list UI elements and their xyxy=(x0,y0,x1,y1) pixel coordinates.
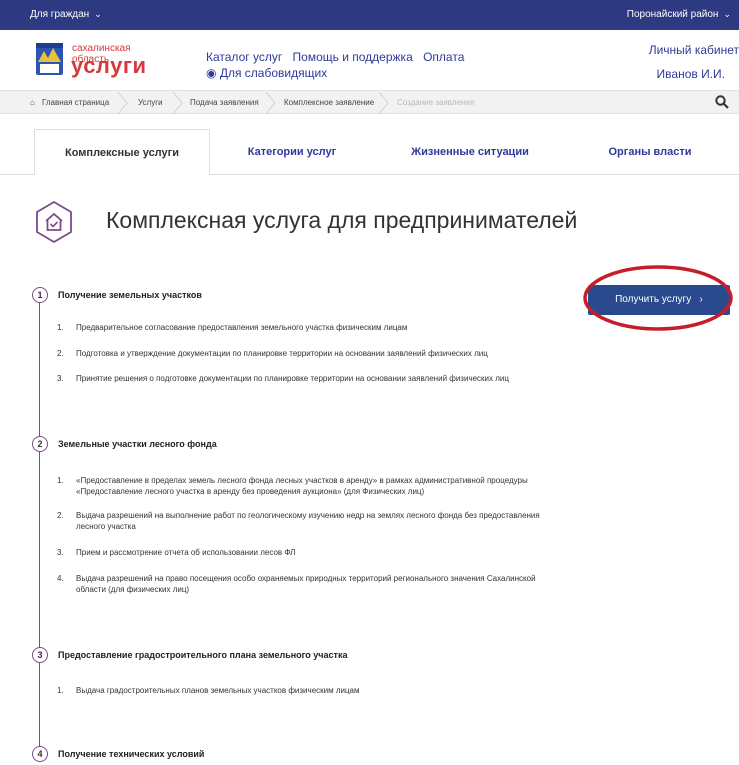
tab-complex-services[interactable]: Комплексные услуги xyxy=(34,129,210,175)
step-number-badge: 3 xyxy=(32,647,48,663)
item-number: 1. xyxy=(57,686,64,695)
home-check-icon xyxy=(36,200,72,244)
tab-bar: Комплексные услуги Категории услуг Жизне… xyxy=(0,129,739,175)
breadcrumb: ⌂ Главная страница Услуги Подача заявлен… xyxy=(0,90,739,114)
item-number: 4. xyxy=(57,574,64,583)
breadcrumb-create-application: Создание заявления xyxy=(397,98,475,107)
breadcrumb-separator-icon xyxy=(117,92,128,114)
breadcrumb-complex-application[interactable]: Комплексное заявление xyxy=(284,98,374,107)
site-header: сахалинская область услуги Каталог услуг… xyxy=(0,30,739,90)
accessibility-link[interactable]: ◉ Для слабовидящих xyxy=(206,66,327,80)
item-number: 3. xyxy=(57,548,64,557)
item-number: 1. xyxy=(57,476,64,485)
chevron-down-icon: ⌄ xyxy=(723,9,731,19)
breadcrumb-home[interactable]: Главная страница xyxy=(42,98,109,107)
item-text: Предварительное согласование предоставле… xyxy=(76,323,408,332)
user-name[interactable]: Иванов И.И. xyxy=(657,67,725,81)
breadcrumb-application[interactable]: Подача заявления xyxy=(190,98,259,107)
chevron-down-icon: ⌄ xyxy=(94,9,102,19)
step-title: Земельные участки лесного фонда xyxy=(58,439,217,449)
item-text: «Предоставление в пределах земель лесног… xyxy=(76,476,528,496)
item-number: 2. xyxy=(57,349,64,358)
tab-authorities[interactable]: Органы власти xyxy=(580,129,720,175)
timeline-line xyxy=(39,303,40,755)
item-text: Подготовка и утверждение документации по… xyxy=(76,349,488,358)
item-text: Прием и рассмотрение отчета об использов… xyxy=(76,548,296,557)
step-title: Получение земельных участков xyxy=(58,290,202,300)
nav-help-link[interactable]: Помощь и поддержка xyxy=(293,50,413,64)
nav-payment-link[interactable]: Оплата xyxy=(423,50,464,64)
highlight-ellipse xyxy=(583,265,733,331)
search-icon[interactable] xyxy=(715,95,729,109)
main-nav: Каталог услуг Помощь и поддержка Оплата xyxy=(206,50,471,64)
home-icon: ⌂ xyxy=(30,98,35,107)
top-bar: Для граждан ⌄ Поронайский район ⌄ xyxy=(0,0,739,30)
item-number: 1. xyxy=(57,323,64,332)
page-title: Комплексная услуга для предпринимателей xyxy=(106,207,578,233)
breadcrumb-separator-icon xyxy=(265,92,276,114)
item-text: Выдача разрешений на выполнение работ по… xyxy=(76,511,540,531)
step-number-badge: 4 xyxy=(32,746,48,762)
citizens-dropdown[interactable]: Для граждан ⌄ xyxy=(30,9,102,20)
site-logo[interactable]: сахалинская область услуги xyxy=(35,42,170,82)
coat-of-arms-icon xyxy=(36,43,63,75)
tab-service-categories[interactable]: Категории услуг xyxy=(222,129,362,175)
accessibility-label: Для слабовидящих xyxy=(219,66,328,80)
breadcrumb-separator-icon xyxy=(378,92,389,114)
personal-cabinet-link[interactable]: Личный кабинет xyxy=(649,43,739,57)
breadcrumb-services[interactable]: Услуги xyxy=(138,98,163,107)
item-text: Выдача градостроительных планов земельны… xyxy=(76,686,360,695)
breadcrumb-separator-icon xyxy=(172,92,183,114)
logo-brand-text: услуги xyxy=(71,53,147,78)
item-number: 3. xyxy=(57,374,64,383)
item-text: Выдача разрешений на право посещения осо… xyxy=(76,574,536,594)
citizens-label: Для граждан xyxy=(30,9,90,20)
tab-life-situations[interactable]: Жизненные ситуации xyxy=(390,129,550,175)
step-number-badge: 2 xyxy=(32,436,48,452)
step-title: Предоставление градостроительного плана … xyxy=(58,650,348,660)
item-text: Принятие решения о подготовке документац… xyxy=(76,374,509,383)
region-label: Поронайский район xyxy=(626,9,719,20)
step-number-badge: 1 xyxy=(32,287,48,303)
region-dropdown[interactable]: Поронайский район ⌄ xyxy=(627,9,731,20)
nav-catalog-link[interactable]: Каталог услуг xyxy=(206,50,282,64)
item-number: 2. xyxy=(57,511,64,520)
step-title: Получение технических условий xyxy=(58,749,205,759)
eye-icon: ◉ xyxy=(206,66,217,80)
